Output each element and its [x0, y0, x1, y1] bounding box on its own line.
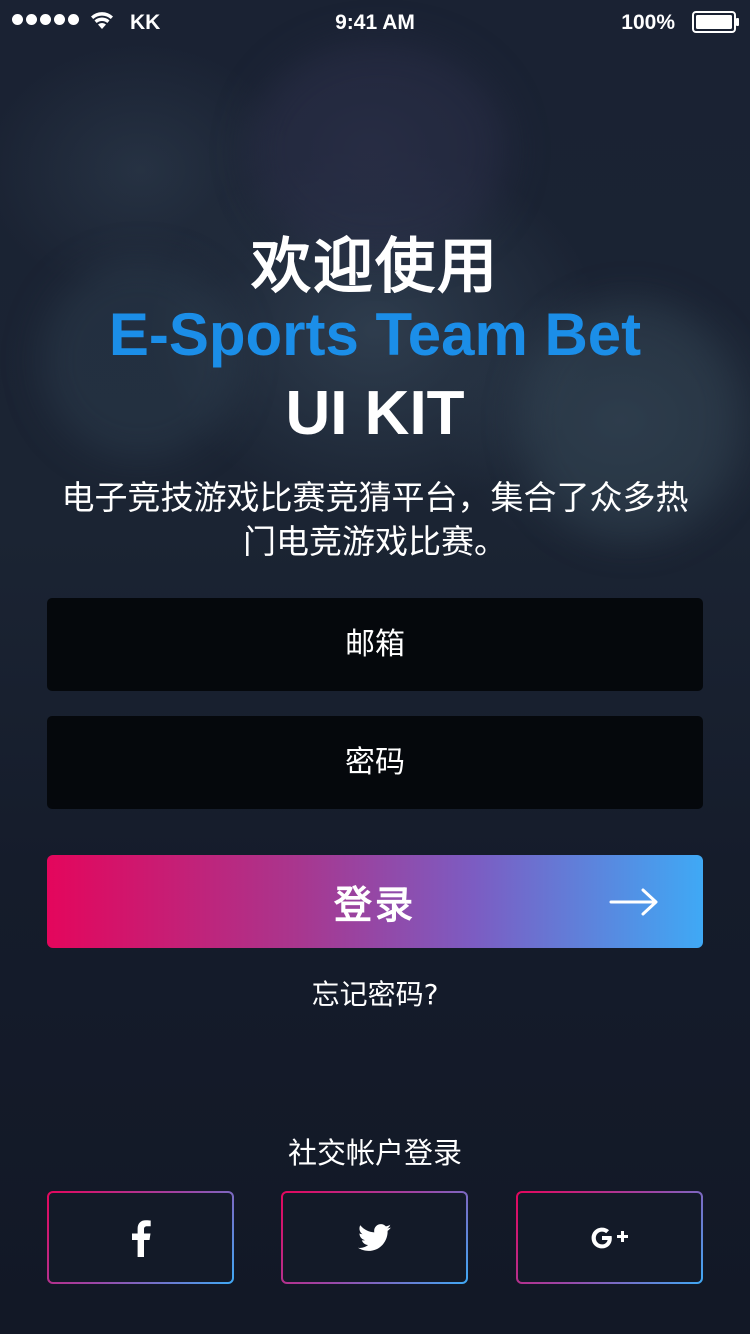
facebook-icon	[131, 1219, 151, 1257]
battery-icon	[692, 11, 739, 33]
facebook-login-button-inner	[49, 1193, 232, 1282]
app-description: 电子竞技游戏比赛竞猜平台，集合了众多热门电竞游戏比赛。	[61, 478, 689, 561]
social-login-heading: 社交帐户登录	[287, 1136, 462, 1170]
kit-title: UI KIT	[285, 379, 465, 448]
welcome-heading: 欢迎使用	[251, 232, 499, 302]
login-button-label: 登录	[333, 883, 416, 927]
password-input[interactable]	[47, 715, 703, 810]
twitter-icon	[357, 1223, 391, 1251]
facebook-login-button[interactable]	[47, 1191, 234, 1284]
email-field[interactable]	[47, 597, 703, 692]
arrow-right-icon	[609, 888, 658, 916]
forgot-password-link[interactable]: 忘记密码?	[0, 973, 750, 1013]
email-input[interactable]	[47, 597, 703, 692]
twitter-login-button-inner	[283, 1193, 466, 1282]
login-button[interactable]: 登录	[47, 855, 703, 948]
status-bar: KK 9:41 AM 100%	[0, 0, 750, 44]
twitter-login-button[interactable]	[281, 1191, 468, 1284]
password-field[interactable]	[47, 715, 703, 810]
google-plus-login-button-inner	[518, 1193, 701, 1282]
google-plus-login-button[interactable]	[516, 1191, 703, 1284]
google-plus-icon	[591, 1227, 628, 1248]
brand-title: E-Sports Team Bet	[108, 301, 642, 368]
battery-percentage: 100%	[621, 11, 675, 34]
